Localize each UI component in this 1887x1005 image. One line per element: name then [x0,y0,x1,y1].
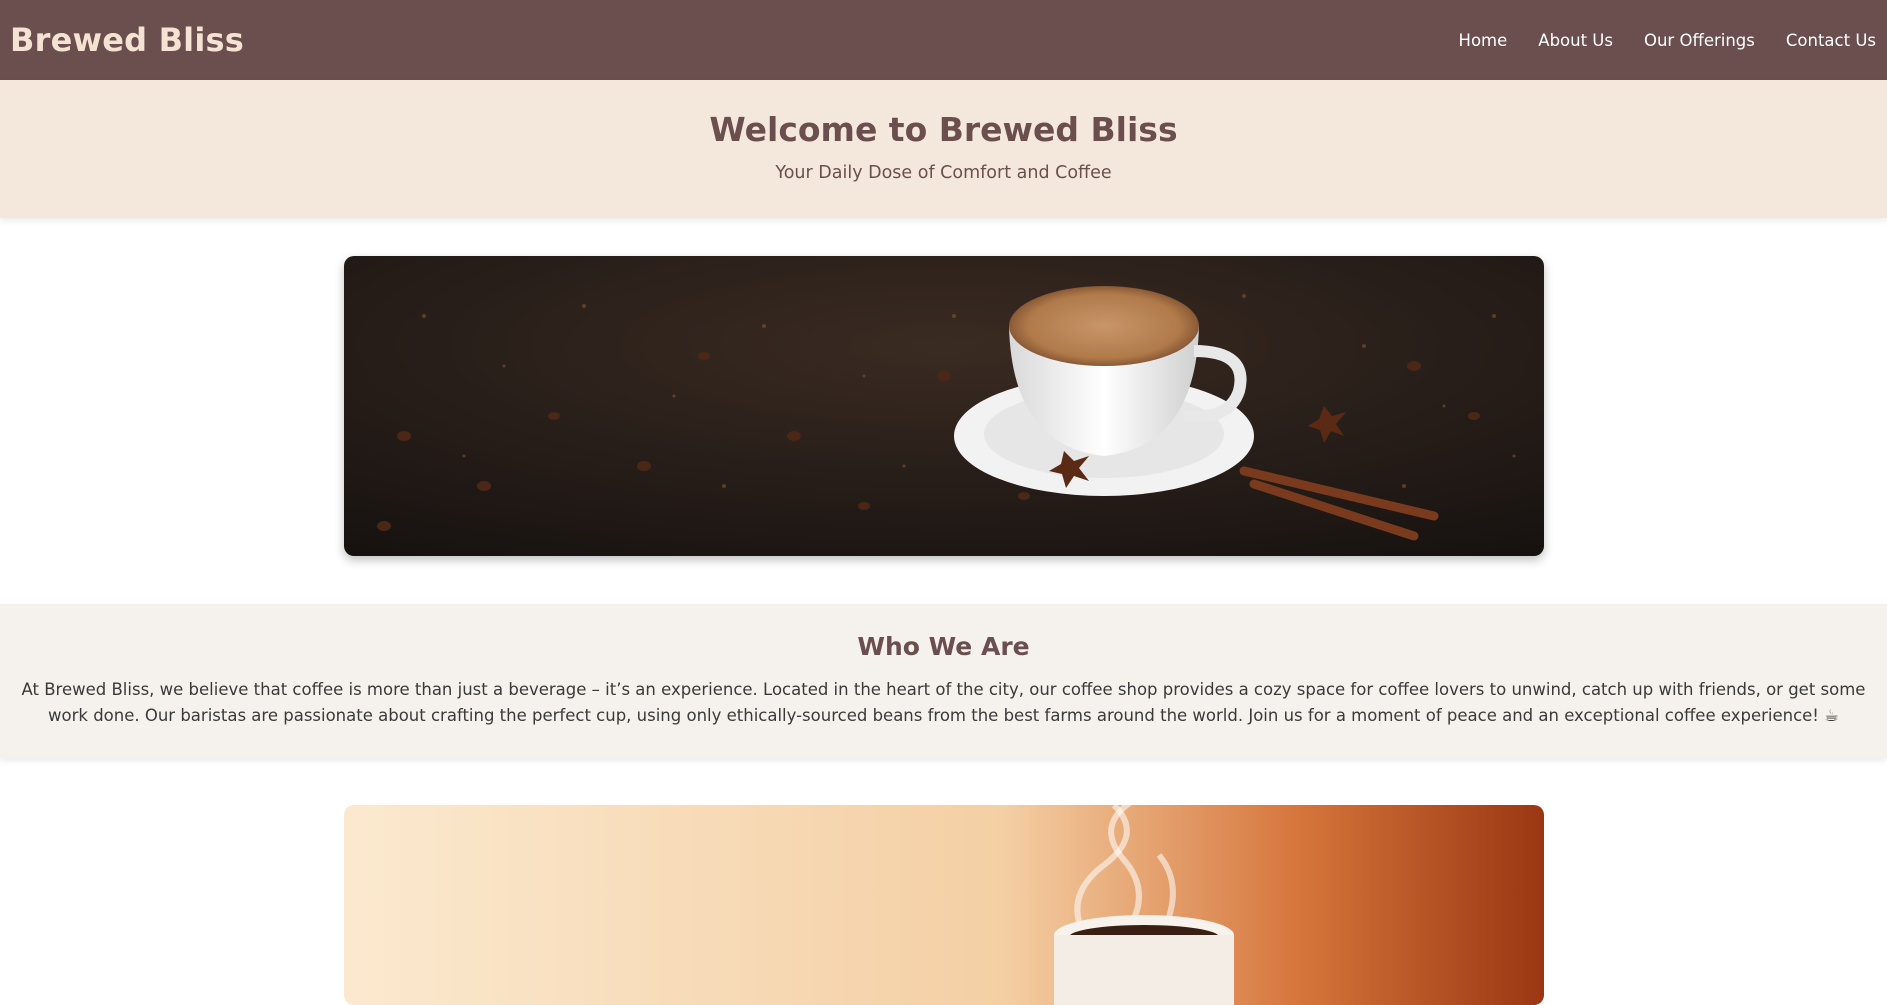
hero-subtitle: Your Daily Dose of Comfort and Coffee [775,163,1112,183]
navbar: Brewed Bliss Home About Us Our Offerings… [0,0,1887,80]
coffee-cup-banner-image [344,256,1544,556]
about-section: Who We Are At Brewed Bliss, we believe t… [0,604,1887,758]
steaming-coffee-banner-image [344,805,1544,1005]
brand-logo[interactable]: Brewed Bliss [10,21,244,59]
nav-offerings-link[interactable]: Our Offerings [1644,31,1755,50]
main-nav: Home About Us Our Offerings Contact Us [1459,31,1877,50]
about-text: At Brewed Bliss, we believe that coffee … [21,680,1866,725]
nav-home-link[interactable]: Home [1459,31,1508,50]
nav-about-link[interactable]: About Us [1538,31,1613,50]
hero-section: Welcome to Brewed Bliss Your Daily Dose … [0,80,1887,218]
hero-title: Welcome to Brewed Bliss [709,110,1178,149]
about-title: Who We Are [857,632,1030,661]
nav-contact-link[interactable]: Contact Us [1786,31,1876,50]
